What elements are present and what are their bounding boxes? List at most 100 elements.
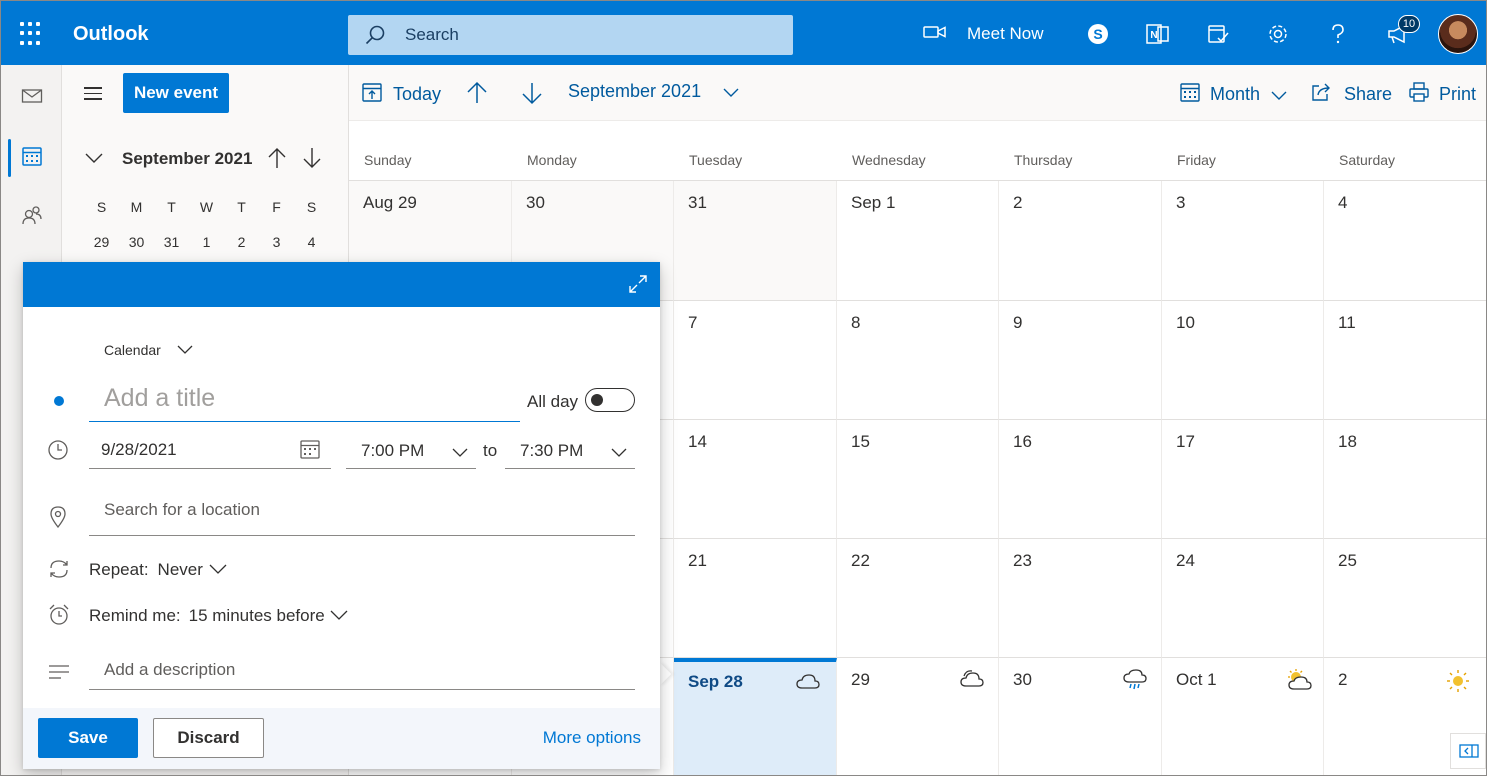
day-cell[interactable]: 4 — [1324, 181, 1486, 301]
repeat-label: Repeat: — [89, 560, 149, 579]
mini-day[interactable]: 2 — [238, 234, 246, 250]
chevron-down-icon — [209, 561, 227, 579]
day-cell[interactable]: 11 — [1324, 301, 1486, 420]
mini-weekday: T — [237, 198, 246, 215]
expand-icon[interactable] — [628, 274, 648, 299]
expand-pane-button[interactable] — [1450, 733, 1486, 769]
app-title[interactable]: Outlook — [73, 23, 149, 46]
day-cell[interactable]: 2 — [999, 181, 1162, 301]
date-picker[interactable]: 9/28/2021 — [89, 432, 331, 469]
day-cell[interactable]: 29 — [837, 658, 999, 775]
weekday-label: Friday — [1177, 152, 1216, 168]
start-time-select[interactable]: 7:00 PM — [346, 432, 476, 469]
month-range-picker[interactable]: September 2021 — [568, 81, 739, 102]
next-period-arrow-icon[interactable] — [521, 81, 543, 105]
day-cell[interactable]: 18 — [1324, 420, 1486, 539]
day-cell[interactable]: 15 — [837, 420, 999, 539]
remind-value: 15 minutes before — [188, 606, 325, 625]
print-button[interactable]: Print — [1408, 81, 1476, 108]
day-cell[interactable]: 3 — [1162, 181, 1324, 301]
help-icon[interactable] — [1329, 19, 1347, 49]
description-placeholder: Add a description — [104, 660, 236, 679]
calendar-selector[interactable]: Calendar — [104, 341, 193, 359]
day-cell[interactable]: 9 — [999, 301, 1162, 420]
calendar-icon[interactable] — [21, 145, 43, 172]
skype-icon[interactable]: S — [1087, 19, 1109, 49]
search-icon — [364, 24, 386, 51]
discard-button[interactable]: Discard — [153, 718, 264, 758]
search-box[interactable]: Search — [348, 15, 793, 55]
new-event-button[interactable]: New event — [123, 73, 229, 113]
day-cell[interactable]: 14 — [674, 420, 837, 539]
weekday-header: Sunday Monday Tuesday Wednesday Thursday… — [349, 121, 1486, 181]
my-day-icon[interactable] — [1206, 19, 1230, 49]
day-cell[interactable]: 7 — [674, 301, 837, 420]
more-options-link[interactable]: More options — [543, 728, 641, 748]
day-number: 11 — [1338, 313, 1356, 332]
hamburger-menu-icon[interactable] — [84, 87, 102, 104]
view-switcher-month[interactable]: Month — [1179, 81, 1287, 108]
search-input[interactable]: Search — [405, 25, 459, 45]
svg-text:S: S — [1093, 26, 1102, 42]
remind-label: Remind me: — [89, 606, 181, 625]
avatar[interactable] — [1438, 14, 1478, 54]
mini-day[interactable]: 4 — [308, 234, 316, 250]
mini-day[interactable]: 30 — [129, 234, 145, 250]
day-cell[interactable]: 23 — [999, 539, 1162, 658]
day-cell[interactable]: 22 — [837, 539, 999, 658]
description-input[interactable]: Add a description — [89, 652, 635, 690]
mini-day[interactable]: 31 — [164, 234, 180, 250]
partly-sunny-icon — [1286, 669, 1312, 696]
collapse-chevron-icon[interactable] — [84, 151, 104, 170]
today-button[interactable]: Today — [361, 81, 441, 108]
mini-weekday: T — [167, 198, 176, 215]
previous-month-arrow-icon[interactable] — [267, 147, 287, 174]
repeat-selector[interactable]: Repeat: Never — [89, 560, 227, 580]
day-number: 31 — [688, 193, 707, 212]
day-cell[interactable]: 8 — [837, 301, 999, 420]
mail-icon[interactable] — [21, 87, 43, 110]
printer-icon — [1408, 81, 1430, 108]
location-pin-icon — [50, 506, 66, 533]
onenote-icon[interactable]: N — [1146, 19, 1170, 49]
calendar-color-dot — [54, 396, 64, 406]
toggle-knob — [591, 394, 603, 406]
settings-gear-icon[interactable] — [1266, 19, 1290, 49]
day-cell[interactable]: 17 — [1162, 420, 1324, 539]
day-cell-today[interactable]: Sep 28 — [674, 658, 837, 775]
print-label: Print — [1439, 84, 1477, 104]
panel-toggle-icon — [1459, 744, 1479, 763]
people-icon[interactable] — [21, 204, 43, 231]
day-cell[interactable]: 16 — [999, 420, 1162, 539]
day-cell[interactable]: Sep 1 — [837, 181, 999, 301]
mini-day[interactable]: 1 — [203, 234, 211, 250]
sunny-icon — [1446, 669, 1470, 698]
svg-text:N: N — [1150, 30, 1157, 41]
mini-day[interactable]: 3 — [273, 234, 281, 250]
day-number: 9 — [1013, 313, 1023, 332]
mini-day[interactable]: 29 — [94, 234, 110, 250]
new-event-popup: Calendar Add a title All day 9/28/2021 7… — [23, 262, 660, 769]
day-cell[interactable]: 21 — [674, 539, 837, 658]
day-cell[interactable]: 30 — [999, 658, 1162, 775]
to-label: to — [483, 441, 498, 460]
mini-weekday: F — [272, 198, 281, 215]
day-cell[interactable]: 25 — [1324, 539, 1486, 658]
weekday-label: Saturday — [1339, 152, 1396, 168]
event-title-input[interactable]: Add a title — [89, 380, 520, 422]
day-cell[interactable]: 24 — [1162, 539, 1324, 658]
next-month-arrow-icon[interactable] — [302, 147, 322, 174]
save-button[interactable]: Save — [38, 718, 138, 758]
day-cell[interactable]: Oct 1 — [1162, 658, 1324, 775]
app-launcher-icon[interactable] — [20, 22, 44, 46]
day-cell[interactable]: 10 — [1162, 301, 1324, 420]
all-day-toggle[interactable] — [585, 388, 635, 412]
meet-now-button[interactable]: Meet Now — [923, 19, 1044, 49]
end-time-select[interactable]: 7:30 PM — [505, 432, 635, 469]
location-input[interactable]: Search for a location — [89, 492, 635, 536]
mini-week-row: 29 30 31 1 2 3 4 — [84, 224, 329, 259]
day-cell[interactable]: 31 — [674, 181, 837, 301]
reminder-selector[interactable]: Remind me: 15 minutes before — [89, 606, 348, 626]
previous-period-arrow-icon[interactable] — [466, 81, 488, 105]
share-button[interactable]: Share — [1310, 81, 1392, 108]
